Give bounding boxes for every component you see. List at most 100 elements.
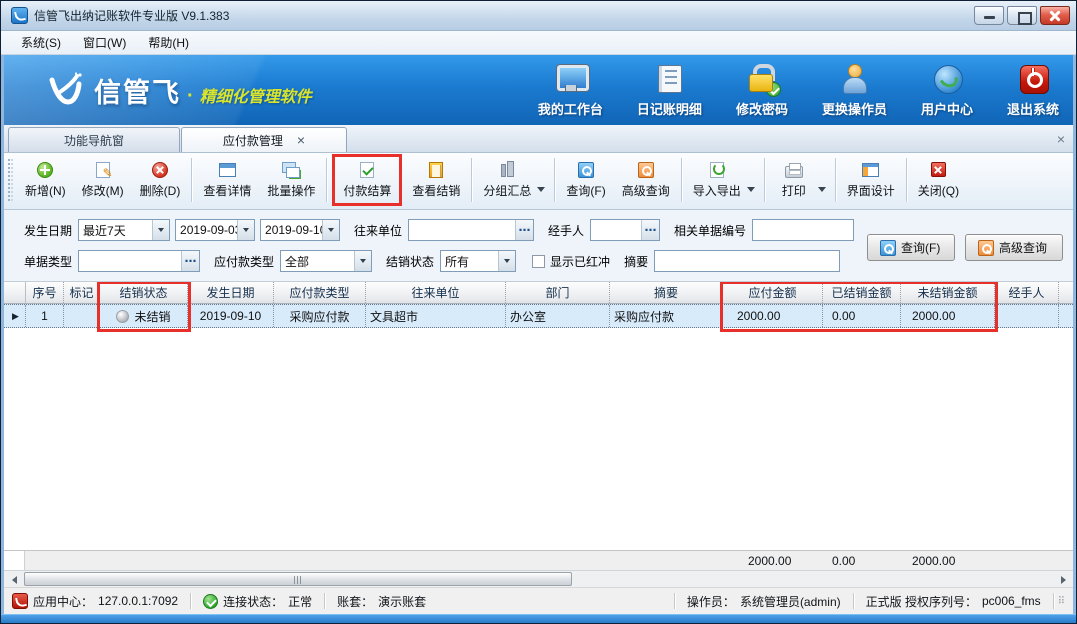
dropdown-arrow-icon[interactable] (817, 186, 826, 192)
edit-button[interactable]: ✎ 修改(M) (74, 157, 132, 203)
scroll-right-icon[interactable] (1055, 572, 1071, 587)
advanced-query-button[interactable]: 高级查询 (614, 157, 678, 203)
ellipsis-picker-icon[interactable]: ⋯ (515, 220, 534, 240)
delete-button[interactable]: 删除(D) (132, 157, 189, 203)
print-button[interactable]: 打印 (768, 157, 820, 203)
action-change-password[interactable]: 修改密码 (736, 63, 788, 118)
delete-icon (152, 161, 168, 178)
brand-name: 信管飞 (94, 77, 181, 108)
summary-input[interactable] (654, 250, 841, 272)
close-button[interactable] (1040, 6, 1070, 25)
column-header-seq[interactable]: 序号 (26, 282, 64, 303)
handler-input[interactable]: ⋯ (590, 219, 661, 241)
action-journal-detail[interactable]: 日记账明细 (637, 63, 702, 118)
close-tab-button[interactable]: 关闭(Q) (910, 157, 967, 203)
cell-mark (64, 305, 100, 327)
chevron-down-icon[interactable] (237, 220, 255, 240)
menu-window[interactable]: 窗口(W) (73, 31, 136, 54)
new-button[interactable]: 新增(N) (17, 157, 74, 203)
ui-design-button[interactable]: 界面设计 (839, 157, 903, 203)
menu-help[interactable]: 帮助(H) (138, 31, 199, 54)
ellipsis-picker-icon[interactable]: ⋯ (641, 220, 660, 240)
chevron-down-icon[interactable] (322, 220, 340, 240)
query-panel-button[interactable]: 查询(F) (867, 234, 955, 261)
action-my-workbench[interactable]: 我的工作台 (538, 63, 603, 118)
column-header-mark[interactable]: 标记 (64, 282, 100, 303)
minimize-button[interactable] (974, 6, 1004, 25)
settle-status-select[interactable]: 所有 (440, 250, 517, 272)
exit-power-icon (1016, 63, 1050, 95)
dropdown-arrow-icon[interactable] (537, 186, 546, 192)
date-range-select[interactable]: 最近7天 (78, 219, 171, 241)
status-divider (1052, 593, 1054, 609)
toolbar-separator (680, 158, 682, 202)
action-switch-operator[interactable]: 更换操作员 (822, 63, 887, 118)
resize-grip-icon[interactable]: ⠿ (1058, 596, 1065, 607)
cell-payable-amount: 2000.00 (723, 305, 823, 327)
search-orange-icon (978, 239, 994, 256)
column-header-unsettled-amount[interactable]: 未结销金额 (901, 282, 995, 303)
tab-panel-close-icon[interactable]: × (1057, 132, 1065, 146)
header-actions: 我的工作台 日记账明细 修改密码 更换操作员 用户中心 退出系统 (538, 55, 1059, 125)
unit-filter-label: 往来单位 (354, 223, 403, 238)
maximize-button[interactable] (1007, 6, 1037, 25)
date-to-select[interactable]: 2019-09-10 (260, 219, 341, 241)
column-header-handler[interactable]: 经手人 (995, 282, 1059, 303)
horizontal-scrollbar[interactable] (4, 570, 1073, 587)
cell-date: 2019-09-10 (188, 305, 274, 327)
brand-dot: · (187, 84, 194, 107)
column-header-date[interactable]: 发生日期 (188, 282, 274, 303)
tabbar: 功能导航窗 应付款管理 × × (4, 125, 1073, 153)
tab-function-nav[interactable]: 功能导航窗 (8, 127, 180, 152)
grid-header-row: 序号 标记 结销状态 发生日期 应付款类型 往来单位 部门 摘要 应付金额 已结… (4, 282, 1073, 304)
tab-close-icon[interactable]: × (297, 133, 305, 147)
column-header-dept[interactable]: 部门 (506, 282, 610, 303)
chevron-down-icon[interactable] (152, 220, 170, 240)
import-export-button[interactable]: 导入导出 (685, 157, 749, 203)
payment-settle-button[interactable]: 付款结算 (335, 157, 399, 203)
column-header-unit[interactable]: 往来单位 (366, 282, 506, 303)
group-summary-button[interactable]: 分组汇总 (475, 157, 539, 203)
action-user-center[interactable]: 用户中心 (921, 63, 973, 118)
cell-handler (995, 305, 1059, 327)
payable-type-filter-label: 应付款类型 (214, 254, 275, 269)
column-header-settle-status[interactable]: 结销状态 (100, 282, 188, 303)
column-header-settled-amount[interactable]: 已结销金额 (823, 282, 901, 303)
view-settlement-button[interactable]: 查看结销 (404, 157, 468, 203)
unit-input[interactable]: ⋯ (408, 219, 535, 241)
scrollbar-thumb[interactable] (24, 572, 572, 586)
group-summary-icon (499, 160, 515, 178)
query-button[interactable]: 查询(F) (558, 157, 613, 203)
chevron-down-icon[interactable] (354, 251, 372, 271)
table-row[interactable]: ▶ 1 未结销 2019-09-10 采购应付款 文具超市 办公室 采购应付款 … (4, 304, 1073, 328)
total-settled-amount: 0.00 (832, 554, 856, 568)
menu-system[interactable]: 系统(S) (11, 31, 71, 54)
column-header-payable-amount[interactable]: 应付金额 (723, 282, 823, 303)
status-license: 正式版 授权序列号： pc006_fms (865, 594, 1041, 609)
tab-payables-management[interactable]: 应付款管理 × (181, 127, 347, 152)
doc-type-filter-label: 单据类型 (24, 254, 73, 269)
advanced-query-panel-button[interactable]: 高级查询 (965, 234, 1063, 261)
ref-no-input[interactable] (752, 219, 855, 241)
action-exit-system[interactable]: 退出系统 (1007, 63, 1059, 118)
menubar: 系统(S) 窗口(W) 帮助(H) (1, 31, 1076, 55)
batch-operation-button[interactable]: 批量操作 (259, 157, 323, 203)
show-reversed-checkbox[interactable] (532, 254, 546, 268)
view-details-icon (218, 162, 236, 177)
payable-type-select[interactable]: 全部 (280, 250, 373, 272)
chevron-down-icon[interactable] (498, 251, 516, 271)
brand-logo-icon (49, 72, 82, 105)
ellipsis-picker-icon[interactable]: ⋯ (181, 251, 200, 271)
window-bottom-edge (1, 614, 1076, 623)
doc-type-input[interactable]: ⋯ (78, 250, 201, 272)
cell-unsettled-amount: 2000.00 (901, 305, 995, 327)
column-header-summary[interactable]: 摘要 (610, 282, 723, 303)
view-details-button[interactable]: 查看详情 (195, 157, 259, 203)
dropdown-arrow-icon[interactable] (746, 186, 755, 192)
cell-dept: 办公室 (506, 305, 610, 327)
add-icon (37, 161, 54, 178)
scroll-left-icon[interactable] (6, 572, 22, 587)
column-header-payable-type[interactable]: 应付款类型 (274, 282, 366, 303)
toolbar-grip[interactable] (8, 159, 13, 201)
date-from-select[interactable]: 2019-09-03 (175, 219, 256, 241)
